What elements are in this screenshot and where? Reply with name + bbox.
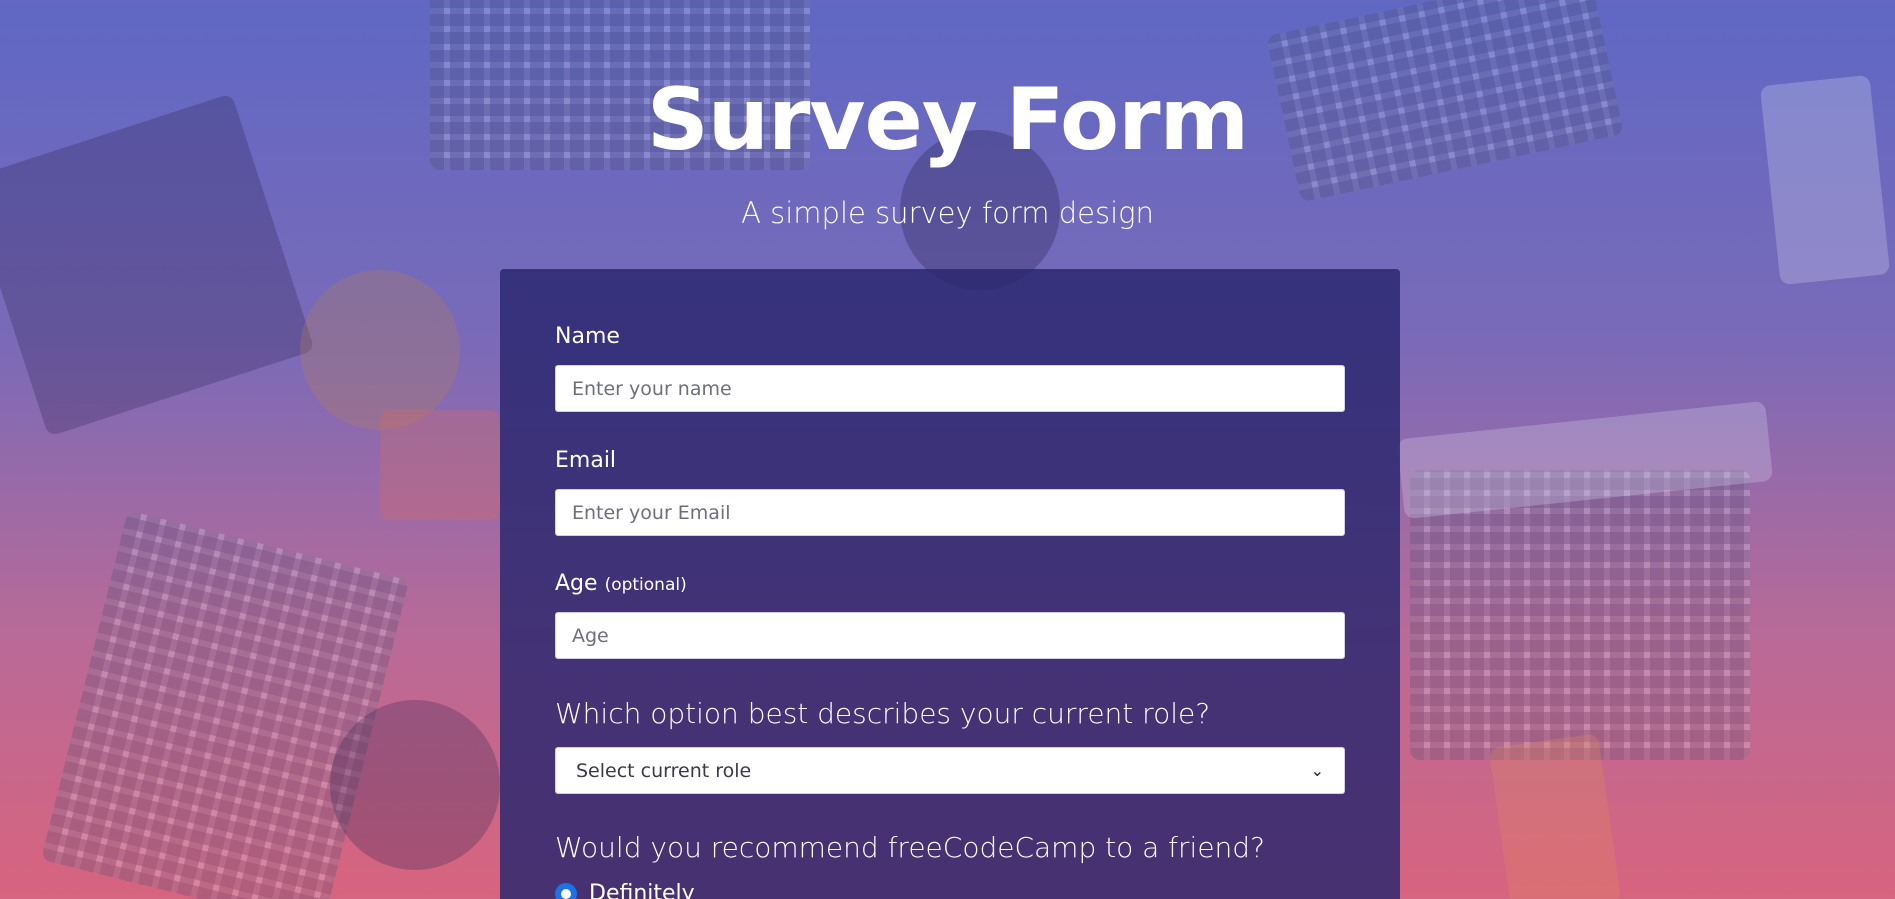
role-select[interactable]: Select current role ⌄: [555, 747, 1345, 794]
radio-option-label: Definitely: [589, 881, 695, 899]
age-label: Age (optional): [555, 571, 687, 596]
email-input[interactable]: [555, 489, 1345, 536]
role-select-value: Select current role: [576, 759, 752, 782]
email-label: Email: [555, 448, 617, 473]
name-label: Name: [555, 324, 620, 349]
recommend-question: Would you recommend freeCodeCamp to a fr…: [555, 831, 1265, 864]
role-question: Which option best describes your current…: [555, 697, 1211, 730]
radio-option-definitely[interactable]: Definitely: [555, 881, 695, 899]
survey-form: Name Email Age (optional) Which option b…: [500, 269, 1400, 899]
chevron-down-icon: ⌄: [1310, 761, 1324, 780]
radio-checked-icon[interactable]: [555, 882, 577, 899]
age-input[interactable]: [555, 612, 1345, 659]
page-description: A simple survey form design: [741, 196, 1154, 230]
age-optional-note: (optional): [604, 575, 687, 595]
page-title: Survey Form: [646, 70, 1249, 170]
name-input[interactable]: [555, 365, 1345, 412]
